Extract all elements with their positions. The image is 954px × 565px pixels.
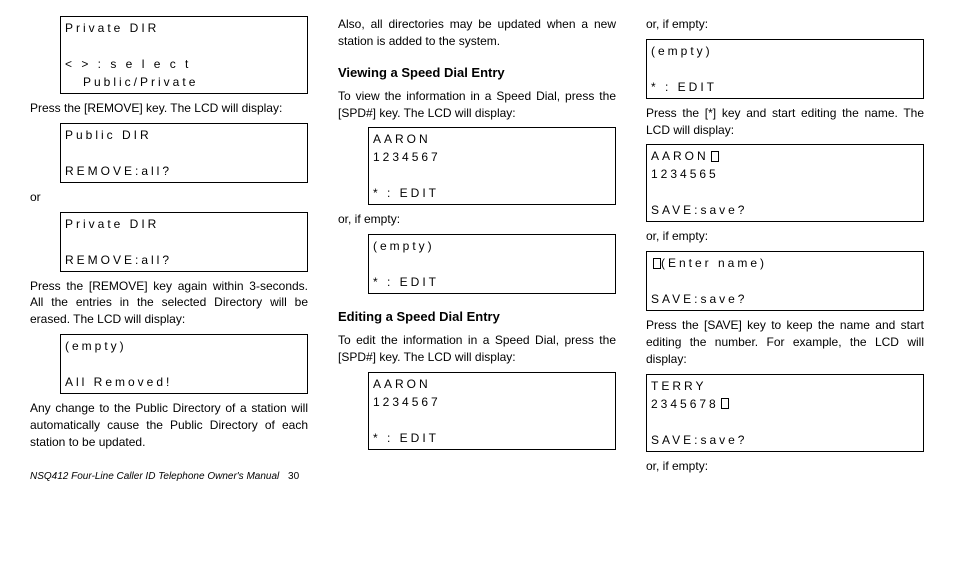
- column-1: Private DIR < > : s e l e c t Public/Pri…: [30, 10, 308, 484]
- body-text: or, if empty:: [338, 211, 616, 228]
- lcd-line: (empty): [651, 42, 919, 60]
- lcd-line: SAVE:save?: [651, 431, 919, 449]
- lcd-private-remove: Private DIR REMOVE:all?: [60, 212, 308, 272]
- lcd-line: REMOVE:all?: [65, 251, 303, 269]
- lcd-line: AARON: [373, 375, 611, 393]
- lcd-line: (empty): [373, 237, 611, 255]
- heading-viewing: Viewing a Speed Dial Entry: [338, 64, 616, 82]
- cursor-icon: [653, 258, 661, 269]
- body-text: Any change to the Public Directory of a …: [30, 400, 308, 450]
- lcd-line: 1234567: [373, 393, 611, 411]
- lcd-line: TERRY: [651, 377, 919, 395]
- lcd-line: AARON: [373, 130, 611, 148]
- body-text: Press the [*] key and start editing the …: [646, 105, 924, 139]
- lcd-terry-save: TERRY 2345678 SAVE:save?: [646, 374, 924, 452]
- body-text: To edit the information in a Speed Dial,…: [338, 332, 616, 366]
- lcd-line: (Enter name): [651, 254, 919, 272]
- lcd-empty-view: (empty) * : EDIT: [368, 234, 616, 294]
- lcd-line: Private DIR: [65, 215, 303, 233]
- lcd-line: * : EDIT: [373, 184, 611, 202]
- lcd-empty-edit: (empty) * : EDIT: [646, 39, 924, 99]
- body-text: To view the information in a Speed Dial,…: [338, 88, 616, 122]
- body-text: Press the [SAVE] key to keep the name an…: [646, 317, 924, 367]
- heading-editing: Editing a Speed Dial Entry: [338, 308, 616, 326]
- footer-title: NSQ412 Four-Line Caller ID Telephone Own…: [30, 471, 279, 482]
- lcd-aaron-view: AARON 1234567 * : EDIT: [368, 127, 616, 205]
- lcd-line: REMOVE:all?: [65, 162, 303, 180]
- lcd-line: (empty): [65, 337, 303, 355]
- lcd-line: * : EDIT: [373, 273, 611, 291]
- body-text: or, if empty:: [646, 228, 924, 245]
- column-3: or, if empty: (empty) * : EDIT Press the…: [646, 10, 924, 484]
- body-text: Also, all directories may be updated whe…: [338, 16, 616, 50]
- column-2: Also, all directories may be updated whe…: [338, 10, 616, 484]
- lcd-aaron-cursor-save: AARON 1234565 SAVE:save?: [646, 144, 924, 222]
- lcd-line: 2345678: [651, 395, 919, 413]
- body-text: or, if empty:: [646, 458, 924, 475]
- lcd-private-dir-select: Private DIR < > : s e l e c t Public/Pri…: [60, 16, 308, 94]
- footer-page: 30: [288, 471, 299, 482]
- body-text: or: [30, 189, 308, 206]
- lcd-line: All Removed!: [65, 373, 303, 391]
- lcd-aaron-edit: AARON 1234567 * : EDIT: [368, 372, 616, 450]
- lcd-line: < > : s e l e c t: [65, 55, 303, 73]
- lcd-line: Public/Private: [65, 73, 303, 91]
- lcd-line: * : EDIT: [651, 78, 919, 96]
- lcd-line: Private DIR: [65, 19, 303, 37]
- lcd-line: 1234565: [651, 165, 919, 183]
- page-body: Private DIR < > : s e l e c t Public/Pri…: [30, 10, 924, 484]
- body-text: or, if empty:: [646, 16, 924, 33]
- lcd-enter-name: (Enter name) SAVE:save?: [646, 251, 924, 311]
- lcd-line: Public DIR: [65, 126, 303, 144]
- lcd-empty-removed: (empty) All Removed!: [60, 334, 308, 394]
- body-text: Press the [REMOVE] key again within 3-se…: [30, 278, 308, 328]
- cursor-icon: [721, 398, 729, 409]
- lcd-line: AARON: [651, 147, 919, 165]
- lcd-line: 1234567: [373, 148, 611, 166]
- lcd-line: SAVE:save?: [651, 201, 919, 219]
- cursor-icon: [711, 151, 719, 162]
- body-text: Press the [REMOVE] key. The LCD will dis…: [30, 100, 308, 117]
- lcd-public-remove: Public DIR REMOVE:all?: [60, 123, 308, 183]
- lcd-line: * : EDIT: [373, 429, 611, 447]
- lcd-line: SAVE:save?: [651, 290, 919, 308]
- page-footer: NSQ412 Four-Line Caller ID Telephone Own…: [30, 470, 308, 484]
